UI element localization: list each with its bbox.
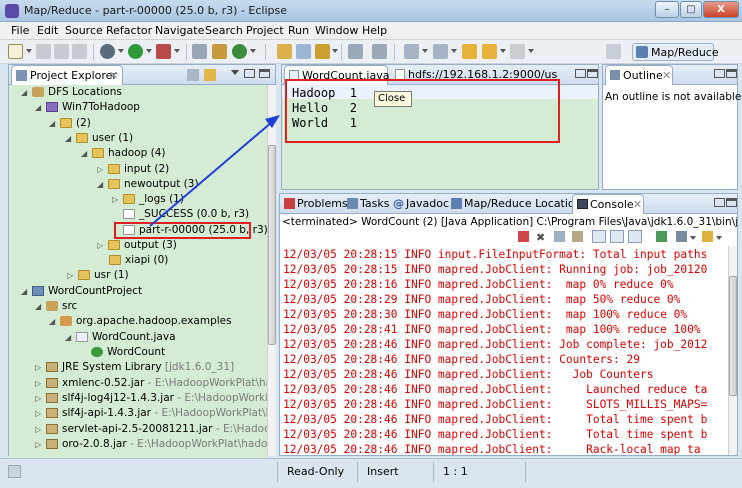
status-divider — [277, 462, 278, 482]
status-bar: Read-Only Insert 1 : 1 — [0, 458, 742, 488]
status-divider — [525, 462, 526, 482]
arrow-line — [149, 121, 273, 227]
status-cursor-position: 1 : 1 — [443, 465, 468, 478]
annotation-arrow — [149, 115, 280, 227]
status-divider — [433, 462, 434, 482]
status-divider — [357, 462, 358, 482]
status-insert-mode: Insert — [367, 465, 399, 478]
status-readonly: Read-Only — [287, 465, 345, 478]
fast-view-icon[interactable] — [8, 465, 21, 478]
